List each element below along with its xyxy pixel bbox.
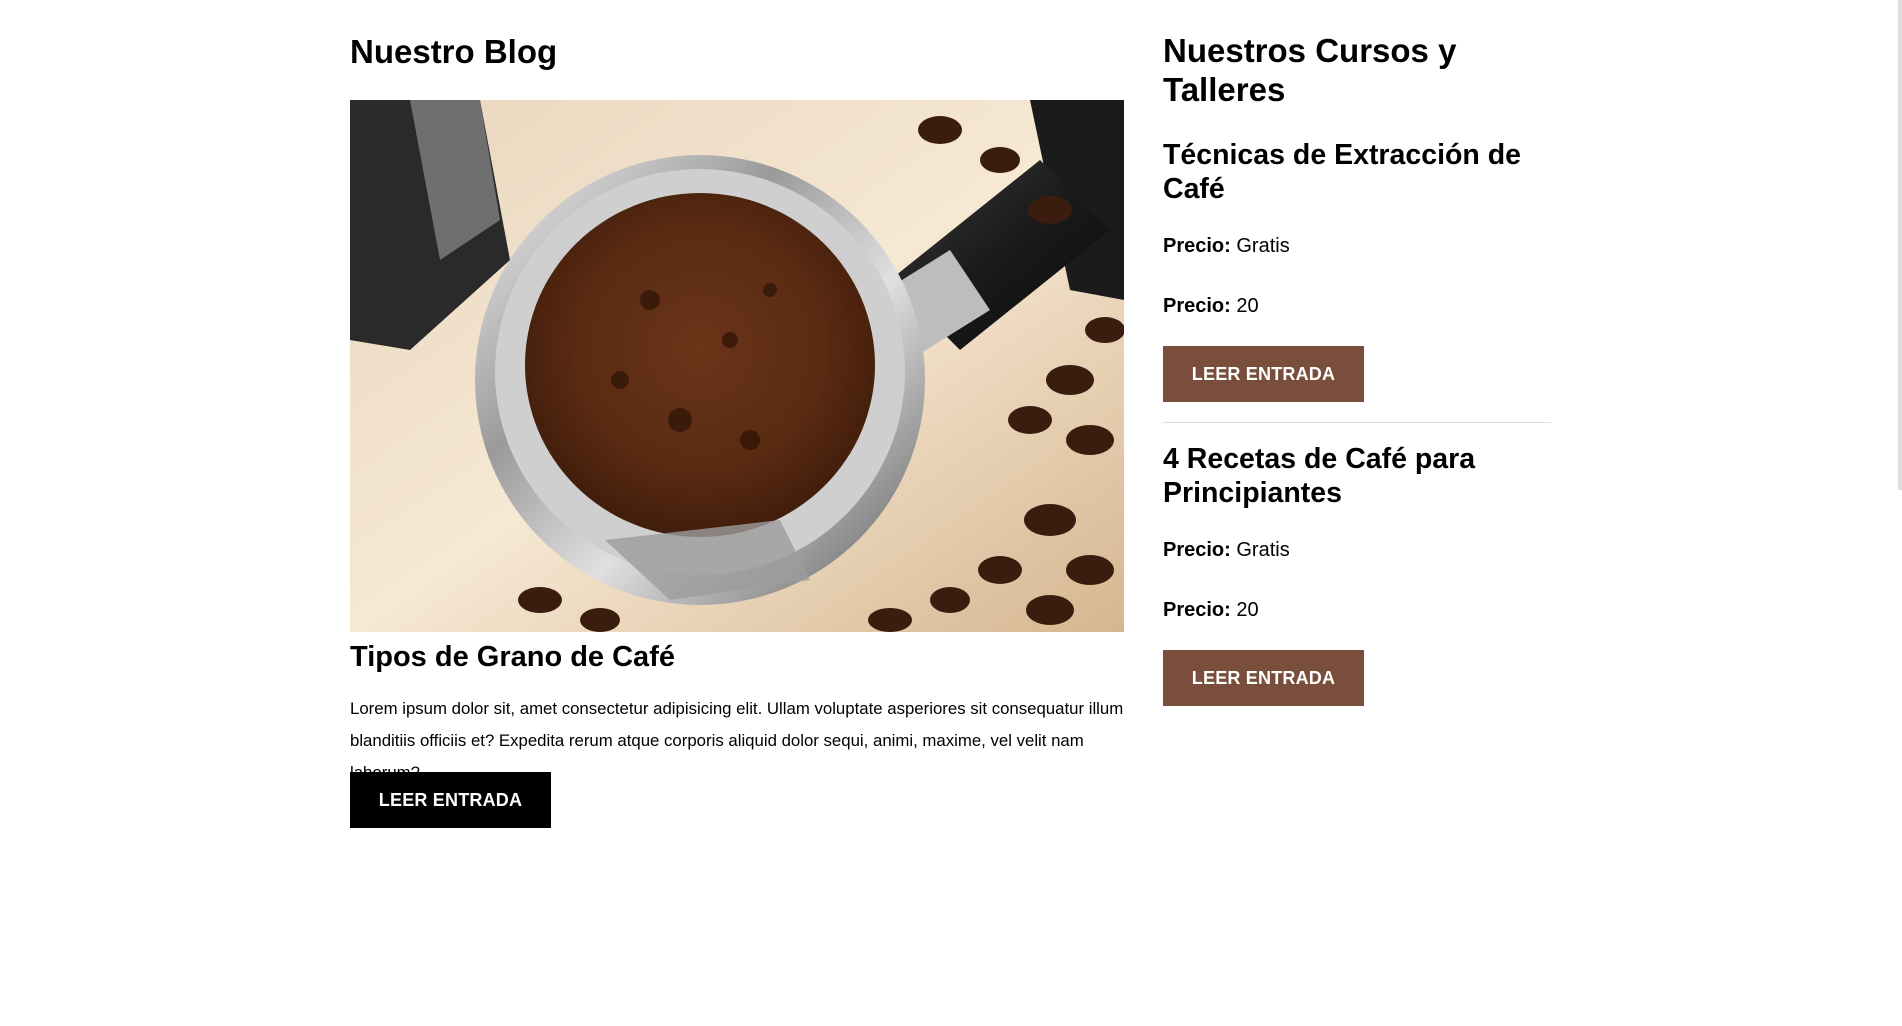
price-value: Gratis: [1236, 235, 1290, 257]
price-label: Precio:: [1163, 539, 1231, 561]
course-price: Precio: 20: [1163, 598, 1259, 622]
course-price: Precio: Gratis: [1163, 538, 1290, 562]
price-value: 20: [1236, 295, 1259, 317]
price-value: 20: [1236, 599, 1259, 621]
page: Nuestro Blog Tipos de Grano de Café Lore…: [0, 0, 1902, 1026]
blog-heading: Nuestro Blog: [350, 33, 558, 70]
course-title[interactable]: 4 Recetas de Café para Principiantes: [1163, 442, 1551, 510]
price-label: Precio:: [1163, 235, 1231, 257]
blog-post-image[interactable]: [350, 100, 1124, 632]
price-label: Precio:: [1163, 295, 1231, 317]
course-price: Precio: 20: [1163, 294, 1259, 318]
read-course-button[interactable]: LEER ENTRADA: [1163, 650, 1364, 706]
courses-heading: Nuestros Cursos y Talleres: [1163, 32, 1457, 108]
scrollbar[interactable]: [1898, 0, 1902, 490]
blog-post-title[interactable]: Tipos de Grano de Café: [350, 641, 675, 674]
read-course-button[interactable]: LEER ENTRADA: [1163, 346, 1364, 402]
price-label: Precio:: [1163, 599, 1231, 621]
course-title[interactable]: Técnicas de Extracción de Café: [1163, 138, 1551, 206]
course-price: Precio: Gratis: [1163, 234, 1290, 258]
course-divider: [1163, 422, 1551, 423]
read-post-button[interactable]: LEER ENTRADA: [350, 772, 551, 828]
price-value: Gratis: [1236, 539, 1290, 561]
